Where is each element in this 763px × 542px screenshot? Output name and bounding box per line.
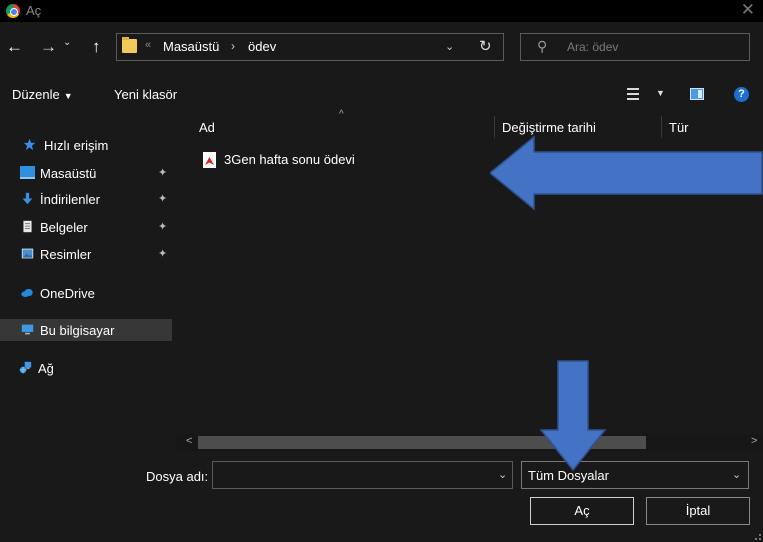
documents-icon xyxy=(23,220,32,233)
column-header-date-modified[interactable]: Değiştirme tarihi xyxy=(502,120,596,135)
search-box[interactable]: ⚲ Ara: ödev xyxy=(520,33,750,61)
column-header-type[interactable]: Tür xyxy=(669,120,689,135)
back-arrow-icon[interactable]: ← xyxy=(6,36,23,58)
preview-pane-icon[interactable] xyxy=(690,88,704,100)
computer-icon xyxy=(21,324,34,335)
down-arrow-annotation xyxy=(539,360,607,472)
pin-icon[interactable]: ✦ xyxy=(158,192,167,205)
view-options-icon[interactable] xyxy=(627,88,639,100)
refresh-icon[interactable]: ↻ xyxy=(479,37,492,55)
sidebar-item-label: Bu bilgisayar xyxy=(40,323,115,338)
organize-caret-icon: ▼ xyxy=(63,91,73,101)
sidebar-item-label: Ağ xyxy=(38,361,54,376)
pin-icon[interactable]: ✦ xyxy=(158,220,167,233)
pin-icon[interactable]: ✦ xyxy=(158,166,167,179)
pin-icon[interactable]: ✦ xyxy=(158,247,167,260)
search-icon: ⚲ xyxy=(537,38,548,54)
sidebar-item-label: Masaüstü xyxy=(40,166,97,181)
folder-icon xyxy=(122,37,137,53)
star-icon xyxy=(23,138,36,151)
breadcrumb-separator-icon: › xyxy=(231,39,235,53)
sidebar-item-pictures[interactable]: Resimler ✦ xyxy=(0,243,172,265)
sidebar-item-label: Belgeler xyxy=(40,220,88,235)
address-bar[interactable]: « Masaüstü › ödev ⌄ ↻ xyxy=(116,33,504,61)
cancel-button[interactable]: İptal xyxy=(646,497,750,525)
filename-label: Dosya adı: xyxy=(146,469,209,484)
breadcrumb-masaustu[interactable]: Masaüstü xyxy=(163,39,219,54)
sidebar-item-this-pc[interactable]: Bu bilgisayar xyxy=(0,319,172,341)
new-folder-button[interactable]: Yeni klasör xyxy=(114,87,177,102)
address-dropdown-icon[interactable]: ⌄ xyxy=(445,40,454,53)
up-arrow-icon[interactable]: ↑ xyxy=(92,36,101,58)
pictures-icon xyxy=(21,248,34,259)
sidebar-item-onedrive[interactable]: OneDrive xyxy=(0,282,172,304)
filename-dropdown-icon[interactable]: ⌄ xyxy=(498,468,507,481)
forward-arrow-icon[interactable]: → xyxy=(40,36,57,58)
resize-grip-icon[interactable] xyxy=(755,534,761,540)
sidebar-item-label: İndirilenler xyxy=(40,192,100,207)
breadcrumb-odev[interactable]: ödev xyxy=(248,39,276,54)
file-name: 3Gen hafta sonu ödevi xyxy=(224,152,355,167)
sidebar-item-label: Resimler xyxy=(40,247,92,262)
download-icon xyxy=(22,192,33,205)
horizontal-scrollbar[interactable]: < > xyxy=(176,434,763,451)
scroll-left-icon[interactable]: < xyxy=(186,435,192,447)
title-bar: Aç ✕ xyxy=(0,0,763,22)
breadcrumb-overflow-icon[interactable]: « xyxy=(145,39,151,51)
pdf-icon xyxy=(203,152,216,168)
window-title: Aç xyxy=(26,3,42,18)
sort-ascending-icon: ^ xyxy=(339,109,344,120)
navigation-bar: ← → ⌄ ↑ « Masaüstü › ödev ⌄ ↻ ⚲ Ara: öde… xyxy=(0,22,763,78)
cloud-icon xyxy=(21,288,33,297)
organize-label: Düzenle xyxy=(12,87,60,102)
filename-input[interactable]: ⌄ xyxy=(212,461,513,489)
sidebar-item-downloads[interactable]: İndirilenler ✦ xyxy=(0,188,172,210)
network-icon xyxy=(19,361,32,374)
sidebar-item-desktop[interactable]: Masaüstü ✦ xyxy=(0,162,172,184)
sidebar-item-label: Hızlı erişim xyxy=(44,138,109,153)
sidebar-item-label: OneDrive xyxy=(40,286,95,301)
help-icon[interactable]: ? xyxy=(734,87,749,102)
desktop-icon xyxy=(20,166,35,179)
sidebar-item-documents[interactable]: Belgeler ✦ xyxy=(0,216,172,238)
command-toolbar: Düzenle ▼ Yeni klasör ▼ ? xyxy=(0,78,763,112)
filetype-dropdown-icon[interactable]: ⌄ xyxy=(732,468,741,481)
sidebar-item-quick-access[interactable]: Hızlı erişim xyxy=(0,134,172,156)
chrome-icon xyxy=(6,4,20,18)
recent-locations-chevron-icon[interactable]: ⌄ xyxy=(63,37,71,48)
close-icon[interactable]: ✕ xyxy=(741,0,755,20)
view-caret-icon[interactable]: ▼ xyxy=(656,88,665,98)
file-row[interactable]: 3Gen hafta sonu ödevi xyxy=(198,150,448,170)
open-button[interactable]: Aç xyxy=(530,497,634,525)
organize-button[interactable]: Düzenle ▼ xyxy=(12,87,73,102)
dialog-footer: Dosya adı: ⌄ Tüm Dosyalar ⌄ Aç İptal xyxy=(0,452,763,542)
sidebar-item-network[interactable]: Ağ xyxy=(0,357,172,379)
search-placeholder: Ara: ödev xyxy=(567,40,619,54)
left-arrow-annotation xyxy=(490,135,763,211)
scroll-right-icon[interactable]: > xyxy=(751,435,757,447)
navigation-pane: Hızlı erişim Masaüstü ✦ İndirilenler ✦ B… xyxy=(0,112,176,452)
column-header-name[interactable]: Ad xyxy=(199,120,215,135)
